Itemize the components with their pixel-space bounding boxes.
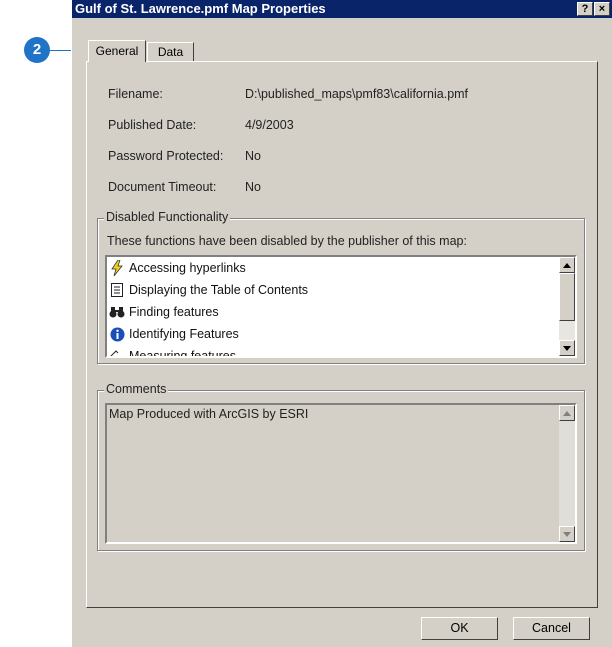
document-icon (108, 283, 126, 297)
help-button[interactable]: ? (577, 2, 593, 16)
comments-textarea[interactable]: Map Produced with ArcGIS by ESRI (105, 403, 577, 544)
arrow-up-icon (563, 262, 571, 268)
scroll-down-button[interactable] (559, 340, 575, 356)
close-button[interactable]: × (594, 2, 610, 16)
filename-value: D:\published_maps\pmf83\california.pmf (245, 87, 469, 101)
arrow-up-icon (563, 410, 571, 416)
arrow-down-icon (563, 531, 571, 537)
tab-general[interactable]: General (88, 40, 146, 62)
step-callout-badge: 2 (24, 37, 50, 63)
ruler-icon (108, 349, 126, 356)
disabled-functionality-description: These functions have been disabled by th… (107, 234, 467, 248)
comments-legend: Comments (104, 382, 169, 396)
disabled-functionality-legend: Disabled Functionality (104, 210, 231, 224)
tab-data[interactable]: Data (147, 42, 194, 62)
scroll-thumb[interactable] (559, 273, 575, 321)
arrow-down-icon (563, 345, 571, 351)
scroll-up-button[interactable] (559, 257, 575, 273)
list-item[interactable]: Identifying Features (108, 323, 558, 345)
list-item[interactable]: Displaying the Table of Contents (108, 279, 558, 301)
title-bar: Gulf of St. Lawrence.pmf Map Properties (72, 0, 612, 18)
info-icon (108, 327, 126, 342)
comments-scroll-down-button[interactable] (559, 526, 575, 542)
comments-scrollbar[interactable] (559, 405, 575, 542)
document-timeout-label: Document Timeout: (108, 180, 217, 194)
comments-text: Map Produced with ArcGIS by ESRI (109, 407, 309, 421)
password-protected-label: Password Protected: (108, 149, 224, 163)
window-title: Gulf of St. Lawrence.pmf Map Properties (75, 1, 326, 16)
list-scrollbar[interactable] (559, 257, 575, 356)
published-date-value: 4/9/2003 (245, 118, 294, 132)
disabled-functions-list[interactable]: Accessing hyperlinks Displaying the Tabl… (105, 255, 577, 358)
document-timeout-value: No (245, 180, 261, 194)
published-date-label: Published Date: (108, 118, 197, 132)
list-item[interactable]: Finding features (108, 301, 558, 323)
cancel-button[interactable]: Cancel (513, 617, 590, 640)
comments-scroll-up-button[interactable] (559, 405, 575, 421)
close-icon: × (598, 3, 606, 15)
filename-label: Filename: (108, 87, 163, 101)
list-item[interactable]: Accessing hyperlinks (108, 257, 558, 279)
password-protected-value: No (245, 149, 261, 163)
ok-button[interactable]: OK (421, 617, 498, 640)
binoculars-icon (108, 306, 126, 318)
list-item[interactable]: Measuring features (108, 345, 558, 356)
map-properties-dialog: Gulf of St. Lawrence.pmf Map Properties … (71, 0, 612, 647)
lightning-icon (108, 260, 126, 276)
